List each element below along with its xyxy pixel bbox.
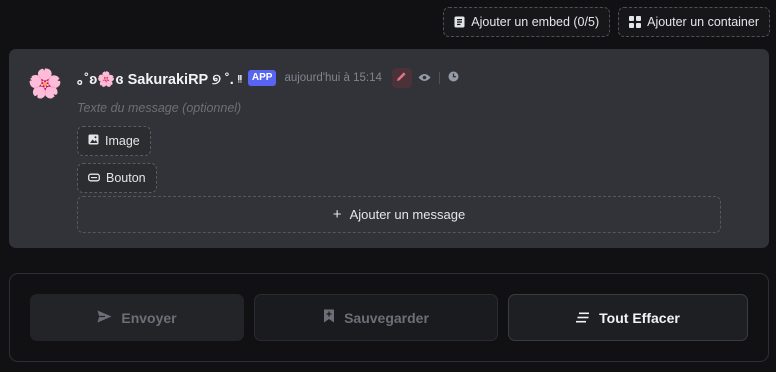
- add-button-label: Bouton: [106, 171, 146, 185]
- message-header: ｡˚ʚ🌸ɞ SakurakiRP ୭ ˚. ᵎᵎ APP aujourd'hui…: [77, 68, 461, 88]
- add-image-label: Image: [105, 134, 140, 148]
- plus-icon: +: [332, 206, 342, 223]
- bookmark-icon: [323, 309, 335, 326]
- timestamp: aujourd'hui à 15:14: [284, 72, 382, 84]
- embed-icon: [454, 16, 465, 28]
- send-label: Envoyer: [121, 309, 177, 326]
- add-image-button[interactable]: Image: [77, 126, 151, 156]
- header-divider: [438, 72, 440, 84]
- save-label: Sauvegarder: [344, 309, 429, 326]
- username: ｡˚ʚ🌸ɞ SakurakiRP ୭ ˚. ᵎᵎ: [77, 71, 242, 88]
- send-button[interactable]: Envoyer: [30, 294, 244, 341]
- schedule-button[interactable]: [447, 71, 461, 85]
- add-container-button[interactable]: Ajouter un container: [618, 7, 770, 37]
- preview-toggle-button[interactable]: [418, 71, 432, 85]
- pencil-icon: [396, 69, 407, 87]
- action-panel: Envoyer Sauvegarder Tout Effacer: [9, 273, 769, 362]
- save-button[interactable]: Sauvegarder: [254, 294, 498, 341]
- message-preview-card: 🌸 ｡˚ʚ🌸ɞ SakurakiRP ୭ ˚. ᵎᵎ APP aujourd'h…: [9, 49, 769, 248]
- clear-all-label: Tout Effacer: [599, 309, 680, 326]
- send-icon: [97, 310, 112, 326]
- clear-all-button[interactable]: Tout Effacer: [508, 294, 748, 341]
- eye-icon: [418, 69, 431, 87]
- add-embed-label: Ajouter un embed (0/5): [471, 15, 600, 29]
- top-toolbar: Ajouter un embed (0/5) Ajouter un contai…: [443, 7, 770, 37]
- edit-button[interactable]: [391, 68, 412, 88]
- add-message-button[interactable]: + Ajouter un message: [77, 196, 721, 233]
- button-icon: [88, 171, 100, 185]
- add-embed-button[interactable]: Ajouter un embed (0/5): [443, 7, 611, 37]
- clock-icon: [448, 69, 459, 87]
- app-badge: APP: [247, 70, 277, 86]
- image-icon: [88, 134, 99, 148]
- clear-format-icon: [576, 310, 590, 326]
- add-container-label: Ajouter un container: [647, 15, 759, 29]
- avatar: 🌸: [27, 68, 63, 99]
- message-text-placeholder[interactable]: Texte du message (optionnel): [77, 101, 241, 115]
- add-message-label: Ajouter un message: [349, 207, 466, 222]
- add-button-component[interactable]: Bouton: [77, 163, 157, 193]
- container-icon: [629, 16, 642, 28]
